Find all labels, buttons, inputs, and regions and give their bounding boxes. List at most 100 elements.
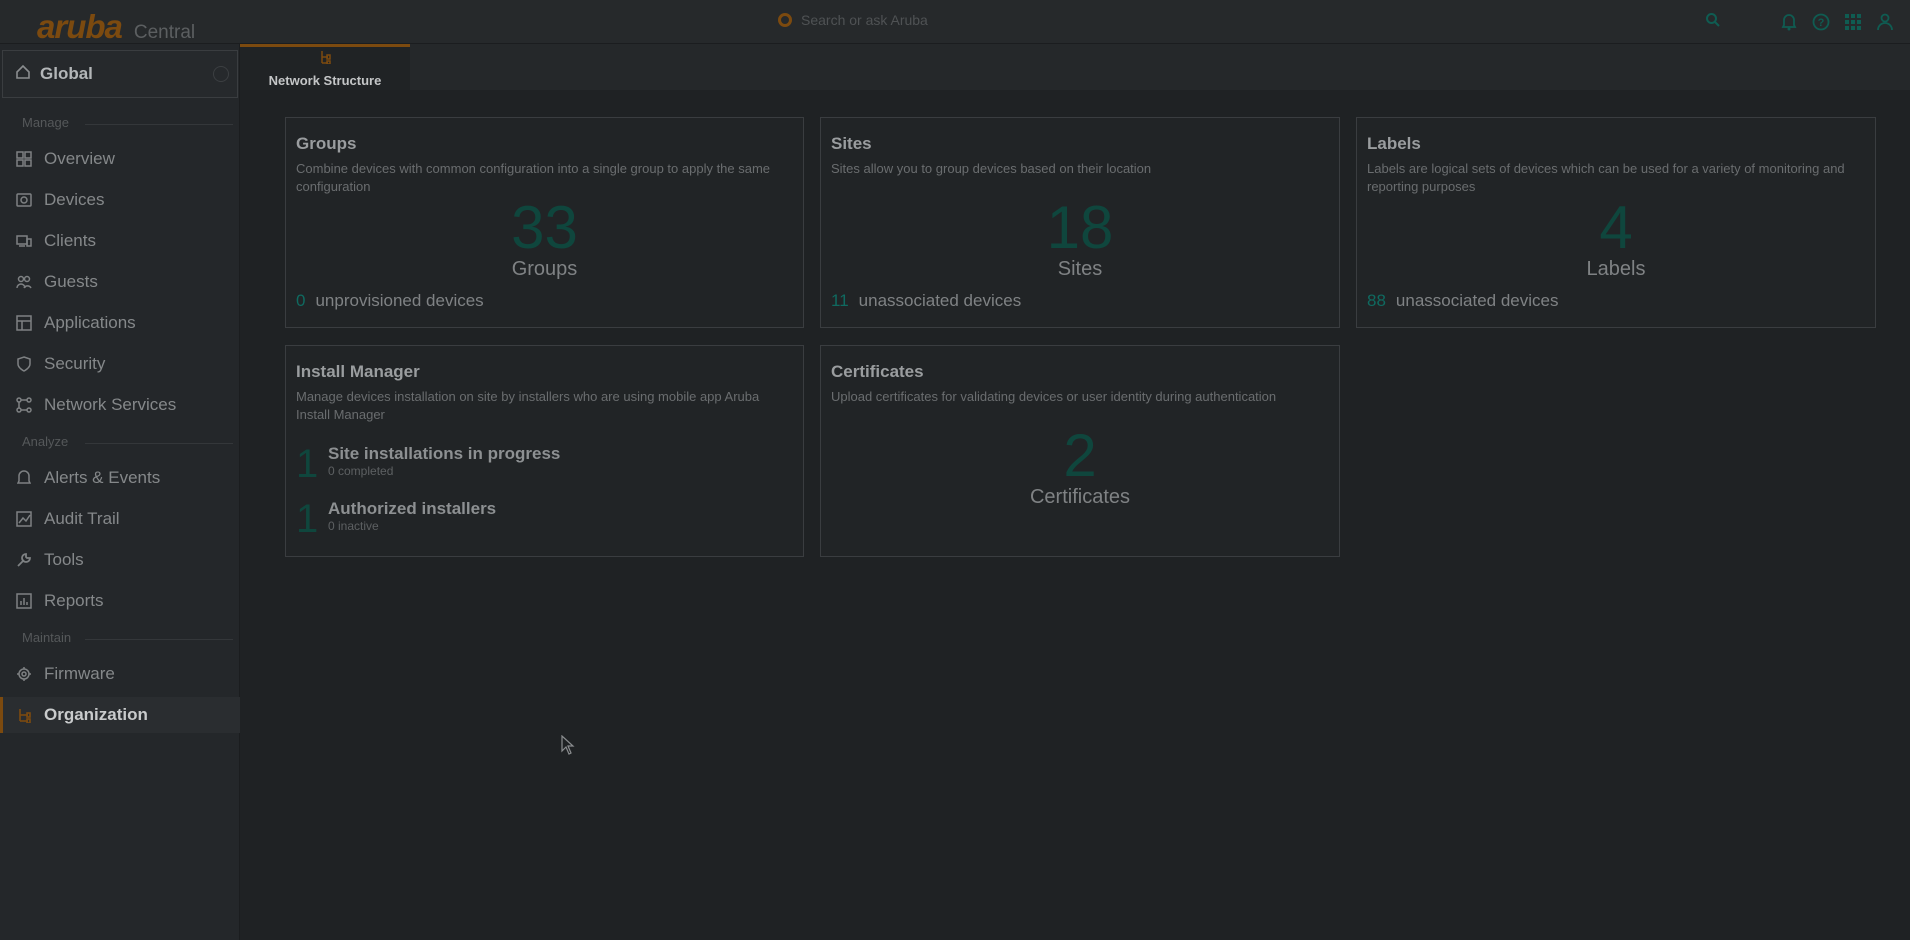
divider xyxy=(85,639,233,640)
clients-icon xyxy=(15,232,33,250)
card-title: Install Manager xyxy=(296,362,420,381)
sites-card[interactable]: Sites Sites allow you to group devices b… xyxy=(820,117,1340,328)
devices-icon xyxy=(15,191,33,209)
sidebar-item-label: Tools xyxy=(44,550,84,569)
sidebar-item-overview[interactable]: Overview xyxy=(0,141,240,177)
shield-icon xyxy=(15,355,33,373)
stat-block: 33 Groups xyxy=(286,198,803,281)
card-title: Sites xyxy=(831,134,872,153)
card-footer: 11 unassociated devices xyxy=(831,291,1021,311)
sidebar-item-guests[interactable]: Guests xyxy=(0,264,240,300)
search-icon[interactable] xyxy=(1705,12,1721,33)
sidebar: Global Manage Overview Devices Clients G… xyxy=(0,44,240,940)
bell-icon xyxy=(15,469,33,487)
row-title: Site installations in progress xyxy=(328,444,561,463)
mouse-cursor-icon xyxy=(561,734,575,760)
global-search[interactable] xyxy=(778,12,1261,28)
authorized-installers-row[interactable]: 1 Authorized installers 0 inactive xyxy=(296,499,496,539)
section-header-analyze: Analyze xyxy=(22,434,69,449)
apps-grid-icon[interactable] xyxy=(1843,12,1863,32)
section-header-manage: Manage xyxy=(22,115,69,130)
row-subtitle: 0 completed xyxy=(328,464,394,478)
row-title: Authorized installers xyxy=(328,499,497,518)
guests-icon xyxy=(15,273,33,291)
stat-label: Certificates xyxy=(1029,486,1131,508)
stat-label: Labels xyxy=(1586,258,1646,280)
divider xyxy=(85,443,233,444)
footer-text: unassociated devices xyxy=(858,291,1022,310)
sidebar-item-alerts-events[interactable]: Alerts & Events xyxy=(0,460,240,496)
unassociated-count-link[interactable]: 11 xyxy=(831,291,849,311)
network-services-icon xyxy=(15,396,33,414)
site-installations-row[interactable]: 1 Site installations in progress 0 compl… xyxy=(296,444,560,484)
firmware-icon xyxy=(15,665,33,683)
scope-label: Global xyxy=(40,64,93,83)
top-bar: aruba Central ? xyxy=(0,0,1910,46)
aruba-logo[interactable]: aruba Central xyxy=(37,8,195,46)
sidebar-item-label: Security xyxy=(44,354,106,373)
help-icon[interactable]: ? xyxy=(1811,12,1831,32)
user-icon[interactable] xyxy=(1875,12,1895,32)
sidebar-item-applications[interactable]: Applications xyxy=(0,305,240,341)
logo-product-name: Central xyxy=(133,22,196,43)
sidebar-item-clients[interactable]: Clients xyxy=(0,223,240,259)
loading-spinner-icon xyxy=(213,66,229,82)
labels-count[interactable]: 4 xyxy=(1357,198,1875,258)
sidebar-item-devices[interactable]: Devices xyxy=(0,182,240,218)
sidebar-item-label: Network Services xyxy=(44,395,177,414)
stat-label: Groups xyxy=(511,258,578,280)
labels-card[interactable]: Labels Labels are logical sets of device… xyxy=(1356,117,1876,328)
sidebar-item-reports[interactable]: Reports xyxy=(0,583,240,619)
sidebar-item-label: Audit Trail xyxy=(44,509,120,528)
row-subtitle: 0 inactive xyxy=(328,519,379,533)
home-icon xyxy=(15,64,31,85)
organization-icon xyxy=(15,706,33,724)
installers-count: 1 xyxy=(296,497,319,541)
scope-selector[interactable]: Global xyxy=(2,50,238,98)
card-title: Groups xyxy=(296,134,357,153)
sidebar-item-label: Organization xyxy=(44,705,148,724)
certificates-card[interactable]: Certificates Upload certificates for val… xyxy=(820,345,1340,557)
reports-icon xyxy=(15,592,33,610)
groups-card[interactable]: Groups Combine devices with common confi… xyxy=(285,117,804,328)
sites-count[interactable]: 18 xyxy=(821,198,1339,258)
sidebar-item-audit-trail[interactable]: Audit Trail xyxy=(0,501,240,537)
card-description: Labels are logical sets of devices which… xyxy=(1367,161,1845,194)
sidebar-item-security[interactable]: Security xyxy=(0,346,240,382)
logo-wordmark: aruba xyxy=(37,8,123,45)
divider xyxy=(85,124,233,125)
svg-text:?: ? xyxy=(1818,17,1825,29)
sidebar-item-label: Applications xyxy=(44,313,136,332)
sidebar-item-network-services[interactable]: Network Services xyxy=(0,387,240,423)
aruba-search-icon xyxy=(778,13,792,27)
stat-block: 4 Labels xyxy=(1357,198,1875,281)
unassociated-count-link[interactable]: 88 xyxy=(1367,291,1386,311)
footer-text: unassociated devices xyxy=(1395,291,1559,310)
sidebar-item-organization[interactable]: Organization xyxy=(0,697,240,733)
sidebar-item-label: Overview xyxy=(44,149,115,168)
sidebar-item-firmware[interactable]: Firmware xyxy=(0,656,240,692)
organization-icon xyxy=(319,50,331,69)
card-footer: 88 unassociated devices xyxy=(1367,291,1558,311)
install-manager-card[interactable]: Install Manager Manage devices installat… xyxy=(285,345,804,557)
sidebar-item-tools[interactable]: Tools xyxy=(0,542,240,578)
card-footer: 0 unprovisioned devices xyxy=(296,291,484,311)
card-title: Certificates xyxy=(831,362,924,381)
bell-icon[interactable] xyxy=(1779,12,1799,32)
certificates-count[interactable]: 2 xyxy=(821,426,1339,486)
card-description: Upload certificates for validating devic… xyxy=(831,389,1277,404)
tab-network-structure[interactable]: Network Structure xyxy=(240,44,410,90)
sidebar-item-label: Alerts & Events xyxy=(44,468,161,487)
sidebar-item-label: Guests xyxy=(44,272,98,291)
installations-count: 1 xyxy=(296,442,319,486)
card-description: Sites allow you to group devices based o… xyxy=(831,161,1152,176)
unprovisioned-count-link[interactable]: 0 xyxy=(296,291,305,311)
wrench-icon xyxy=(15,551,33,569)
groups-count[interactable]: 33 xyxy=(286,198,803,258)
sidebar-item-label: Firmware xyxy=(44,664,115,683)
card-description: Combine devices with common configuratio… xyxy=(296,161,771,194)
sidebar-item-label: Devices xyxy=(44,190,105,209)
search-input[interactable] xyxy=(801,12,1261,28)
dashboard-icon xyxy=(15,150,33,168)
footer-text: unprovisioned devices xyxy=(315,291,484,310)
